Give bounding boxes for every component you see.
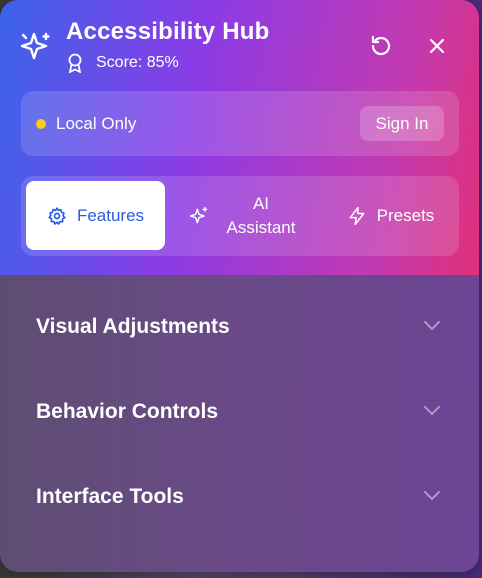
sparkle-accessibility-icon [18, 30, 52, 64]
reset-button[interactable] [365, 30, 397, 62]
section-title: Interface Tools [36, 485, 184, 508]
panel-body: Visual Adjustments Behavior Controls Int… [0, 275, 479, 572]
app-title: Accessibility Hub [66, 18, 270, 45]
panel-header: Accessibility Hub Score: 85% Local Only … [0, 0, 479, 275]
chevron-down-icon [424, 321, 440, 331]
status-text: Local Only [56, 114, 137, 133]
award-icon [68, 53, 82, 73]
close-button[interactable] [421, 30, 453, 62]
status-card: Local Only Sign In [21, 91, 459, 156]
sparkles-icon [189, 206, 208, 223]
lightning-icon [349, 206, 365, 225]
score-row: Score: 85% [66, 53, 179, 73]
status-dot [36, 119, 46, 129]
section-visual-adjustments[interactable]: Visual Adjustments [0, 286, 479, 371]
score-label: Score: 85% [96, 54, 179, 71]
section-title: Visual Adjustments [36, 315, 230, 338]
tab-ai-label: AI Assistant [219, 192, 303, 240]
rotate-ccw-icon [371, 35, 391, 56]
section-interface-tools[interactable]: Interface Tools [0, 456, 479, 541]
tab-features-label: Features [76, 205, 145, 225]
section-title: Behavior Controls [36, 400, 219, 423]
section-behavior-controls[interactable]: Behavior Controls [0, 371, 479, 456]
tab-ai-assistant[interactable]: AI Assistant [171, 181, 321, 250]
tab-presets-label: Presets [376, 205, 435, 225]
tab-ai-label-line1: AI [252, 193, 270, 213]
accessibility-panel: Accessibility Hub Score: 85% Local Only … [0, 0, 479, 572]
tab-presets[interactable]: Presets [327, 181, 454, 250]
sign-in-button[interactable]: Sign In [360, 106, 444, 141]
tab-bar: Features AI Assistant Presets [21, 176, 459, 256]
close-icon [429, 38, 445, 54]
tab-features[interactable]: Features [26, 181, 165, 250]
tab-ai-label-line2: Assistant [226, 217, 296, 237]
gear-icon [48, 206, 66, 225]
chevron-down-icon [424, 406, 440, 416]
chevron-down-icon [424, 491, 440, 501]
